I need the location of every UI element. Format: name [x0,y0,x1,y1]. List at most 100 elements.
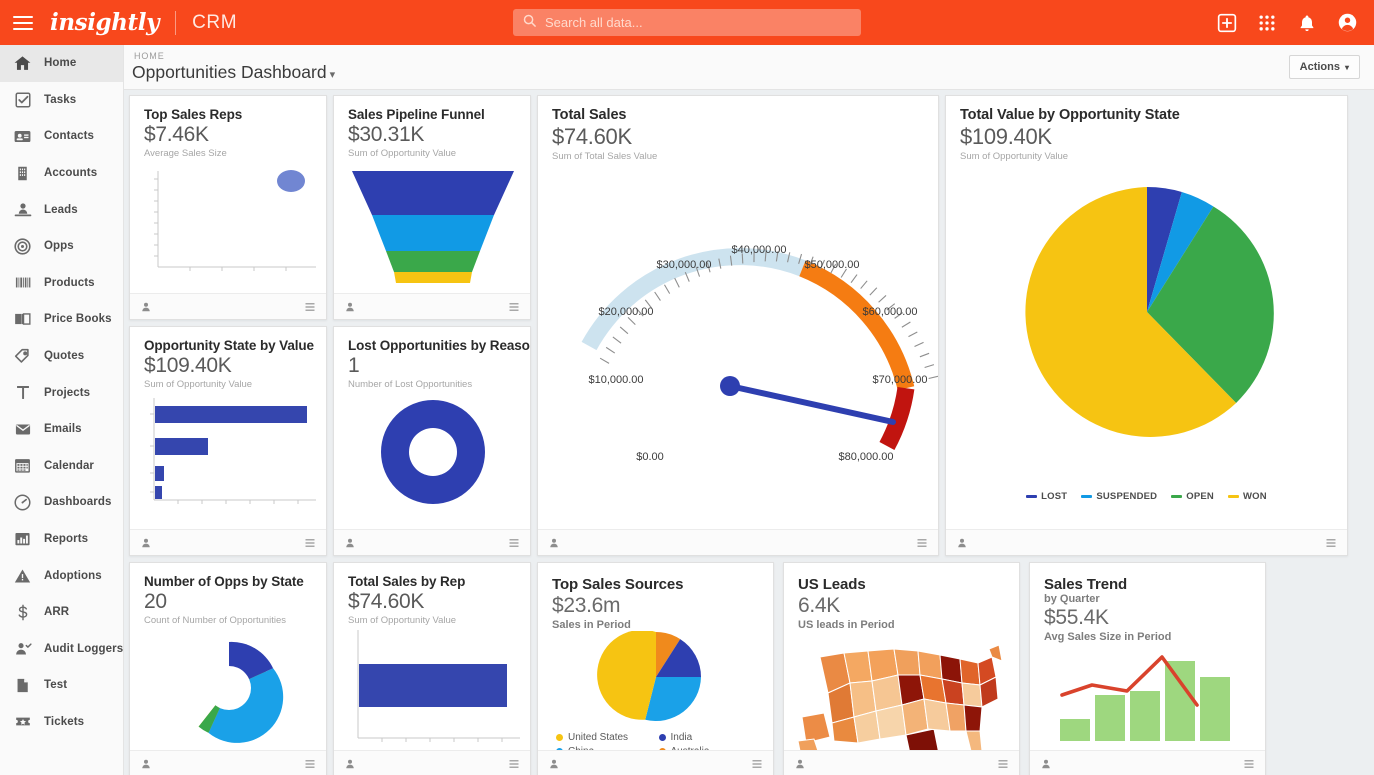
sidebar-item-arr[interactable]: ARR [0,594,123,631]
card-footer [946,529,1347,555]
owner-person-icon[interactable] [344,301,356,313]
brand-logo[interactable]: insightly [50,9,159,36]
card-us-leads[interactable]: US Leads 6.4K US leads in Period [783,562,1020,775]
card-total-value-by-opportunity-state[interactable]: Total Value by Opportunity State $109.40… [945,95,1348,556]
sidebar-item-products[interactable]: Products [0,265,123,302]
owner-person-icon[interactable] [548,537,560,549]
list-view-icon[interactable] [997,758,1009,770]
menu-icon[interactable] [0,0,46,45]
legend-item-lost[interactable]: LOST [1026,491,1067,502]
owner-person-icon[interactable] [140,537,152,549]
owner-person-icon[interactable] [956,537,968,549]
sidebar-item-tickets[interactable]: Tickets [0,704,123,741]
contacts-card-icon [12,126,33,147]
search-input[interactable] [545,15,845,30]
card-top-sales-sources[interactable]: Top Sales Sources $23.6m Sales in Period… [537,562,774,775]
sidebar-item-label: Products [44,276,95,289]
list-view-icon[interactable] [1325,537,1337,549]
gauge-chart: $0.00 $10,000.00 $20,000.00 $30,000.00 $… [538,162,938,532]
owner-person-icon[interactable] [794,758,806,770]
card-value: $109.40K [960,124,1052,149]
price-books-book-icon [12,309,33,330]
top-navigation-bar: insightly CRM [0,0,1374,45]
card-caption: Avg Sales Size in Period [1044,631,1172,643]
card-caption: Average Sales Size [144,148,227,159]
sidebar-item-quotes[interactable]: Quotes [0,338,123,375]
sidebar-item-opps[interactable]: Opps [0,228,123,265]
legend-item-united-states[interactable]: United States [556,732,653,743]
list-view-icon[interactable] [508,301,520,313]
card-caption: Sum of Opportunity Value [960,151,1069,162]
dashboard-grid: Top Sales Reps $7.46K Average Sales Size [124,90,1374,775]
list-view-icon[interactable] [916,537,928,549]
card-value: $55.4K [1044,606,1109,629]
sidebar-item-label: Opps [44,240,74,253]
page-title[interactable]: Opportunities Dashboard ▾ [132,62,335,83]
sidebar-item-emails[interactable]: Emails [0,411,123,448]
card-sales-trend[interactable]: Sales Trend by Quarter $55.4K Avg Sales … [1029,562,1266,775]
sidebar-item-label: Test [44,679,68,692]
list-view-icon[interactable] [304,758,316,770]
notifications-bell-icon[interactable] [1297,13,1317,33]
sidebar-item-label: Price Books [44,313,112,326]
card-total-sales[interactable]: Total Sales $74.60K Sum of Total Sales V… [537,95,939,556]
card-total-sales-by-rep[interactable]: Total Sales by Rep $74.60K Sum of Opport… [333,562,531,775]
list-view-icon[interactable] [304,301,316,313]
owner-person-icon[interactable] [344,758,356,770]
card-footer [130,529,326,555]
card-top-sales-reps[interactable]: Top Sales Reps $7.46K Average Sales Size [129,95,327,320]
sidebar-item-accounts[interactable]: Accounts [0,155,123,192]
card-value: $74.60K [552,124,632,149]
owner-person-icon[interactable] [548,758,560,770]
legend-label: OPEN [1186,491,1214,502]
list-view-icon[interactable] [508,758,520,770]
leads-person-icon [12,199,33,220]
search-bar[interactable] [513,9,861,36]
list-view-icon[interactable] [1243,758,1255,770]
sidebar-item-price-books[interactable]: Price Books [0,301,123,338]
sidebar-item-leads[interactable]: Leads [0,191,123,228]
sidebar-item-dashboards[interactable]: Dashboards [0,484,123,521]
list-view-icon[interactable] [751,758,763,770]
legend-label: SUSPENDED [1096,491,1158,502]
owner-person-icon[interactable] [140,758,152,770]
sidebar-item-tasks[interactable]: Tasks [0,82,123,119]
list-view-icon[interactable] [304,537,316,549]
owner-person-icon[interactable] [344,537,356,549]
sidebar-item-calendar[interactable]: Calendar [0,448,123,485]
svg-text:$0.00: $0.00 [636,451,664,463]
sidebar-item-test[interactable]: Test [0,667,123,704]
apps-grid-icon[interactable] [1257,13,1277,33]
list-view-icon[interactable] [508,537,520,549]
account-avatar-icon[interactable] [1337,12,1358,33]
legend-item-india[interactable]: India [658,732,756,743]
card-opportunity-state-by-value[interactable]: Opportunity State by Value $109.40K Sum … [129,326,327,556]
card-sales-pipeline-funnel[interactable]: Sales Pipeline Funnel $30.31K Sum of Opp… [333,95,531,320]
home-icon [12,53,33,74]
sidebar-item-label: Adoptions [44,569,102,582]
legend-item-suspended[interactable]: SUSPENDED [1081,491,1157,502]
owner-person-icon[interactable] [1040,758,1052,770]
sidebar-item-contacts[interactable]: Contacts [0,118,123,155]
test-document-icon [12,675,33,696]
bar-line-combo-chart [1030,643,1265,746]
card-lost-opportunities-by-reason[interactable]: Lost Opportunities by Reason 1 Number of… [333,326,531,556]
sidebar-item-reports[interactable]: Reports [0,521,123,558]
sidebar-item-projects[interactable]: Projects [0,374,123,411]
sidebar-item-adoptions[interactable]: Adoptions [0,557,123,594]
card-caption: Sum of Total Sales Value [552,151,658,162]
card-footer [784,750,1019,775]
legend-item-open[interactable]: OPEN [1171,491,1214,502]
sidebar-navigation: Home Tasks Contacts Accounts Leads Opps … [0,45,124,775]
tasks-check-icon [12,89,33,110]
sidebar-item-home[interactable]: Home [0,45,123,82]
actions-button[interactable]: Actions ▾ [1288,55,1360,79]
card-number-of-opps-by-state[interactable]: Number of Opps by State 20 Count of Numb… [129,562,327,775]
breadcrumb[interactable]: HOME [134,51,165,61]
legend-item-won[interactable]: WON [1227,491,1267,502]
add-icon[interactable] [1217,13,1237,33]
owner-person-icon[interactable] [140,301,152,313]
sidebar-item-audit-loggers[interactable]: Audit Loggers [0,631,123,668]
svg-text:$20,000.00: $20,000.00 [598,306,653,318]
card-caption: Count of Number of Opportunities [144,615,287,626]
